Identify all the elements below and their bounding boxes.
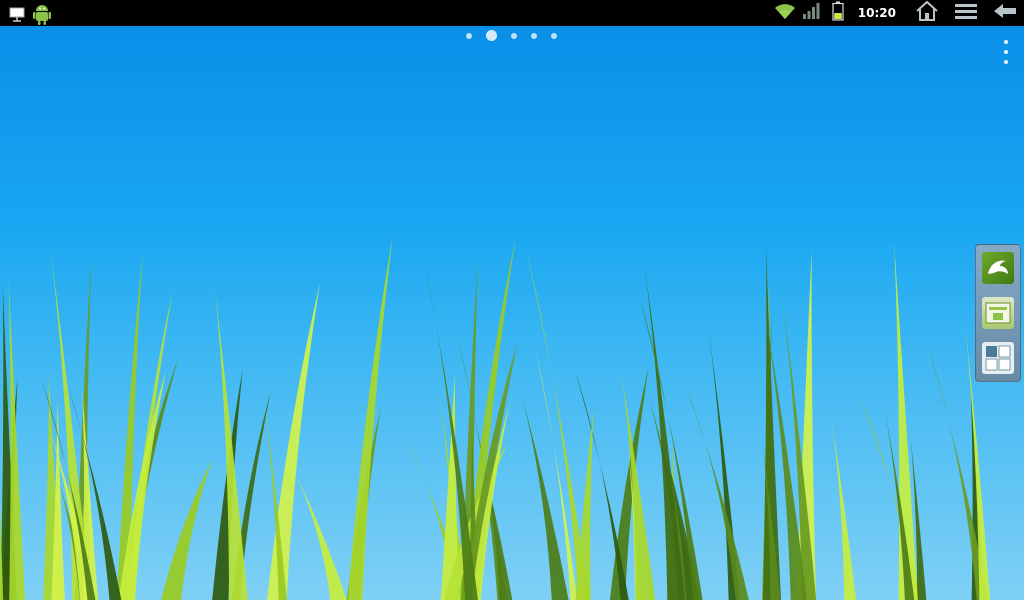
grass-blade [831,418,857,600]
overflow-menu-button[interactable] [1002,40,1010,64]
grass-blade [267,283,320,600]
grass-blade [643,259,685,600]
grass-blade [8,279,26,600]
grass-blade [161,459,213,600]
dolphin-browser-icon[interactable] [982,251,1014,284]
page-indicator[interactable] [466,30,557,41]
status-bar: 10:20 [0,0,1024,26]
menu-icon[interactable] [954,1,978,25]
system-tray: 10:20 [774,0,1018,26]
presentation-notification-icon[interactable] [8,5,26,27]
app-drawer-icon[interactable] [982,296,1014,329]
page-dot-active[interactable] [486,30,497,41]
side-dock [975,244,1021,382]
signal-icon [802,2,820,24]
wifi-icon [774,2,796,24]
page-dot[interactable] [466,32,472,39]
grass-wallpaper [0,235,991,600]
back-icon[interactable] [992,1,1018,25]
widget-grid-icon[interactable] [982,342,1014,375]
page-dot[interactable] [551,32,557,39]
page-dot[interactable] [511,32,517,39]
home-screen[interactable] [0,26,1024,600]
page-dot[interactable] [531,32,537,39]
grass-blade [347,235,393,600]
home-icon[interactable] [914,0,940,26]
clock: 10:20 [857,6,896,20]
battery-icon [832,1,844,25]
